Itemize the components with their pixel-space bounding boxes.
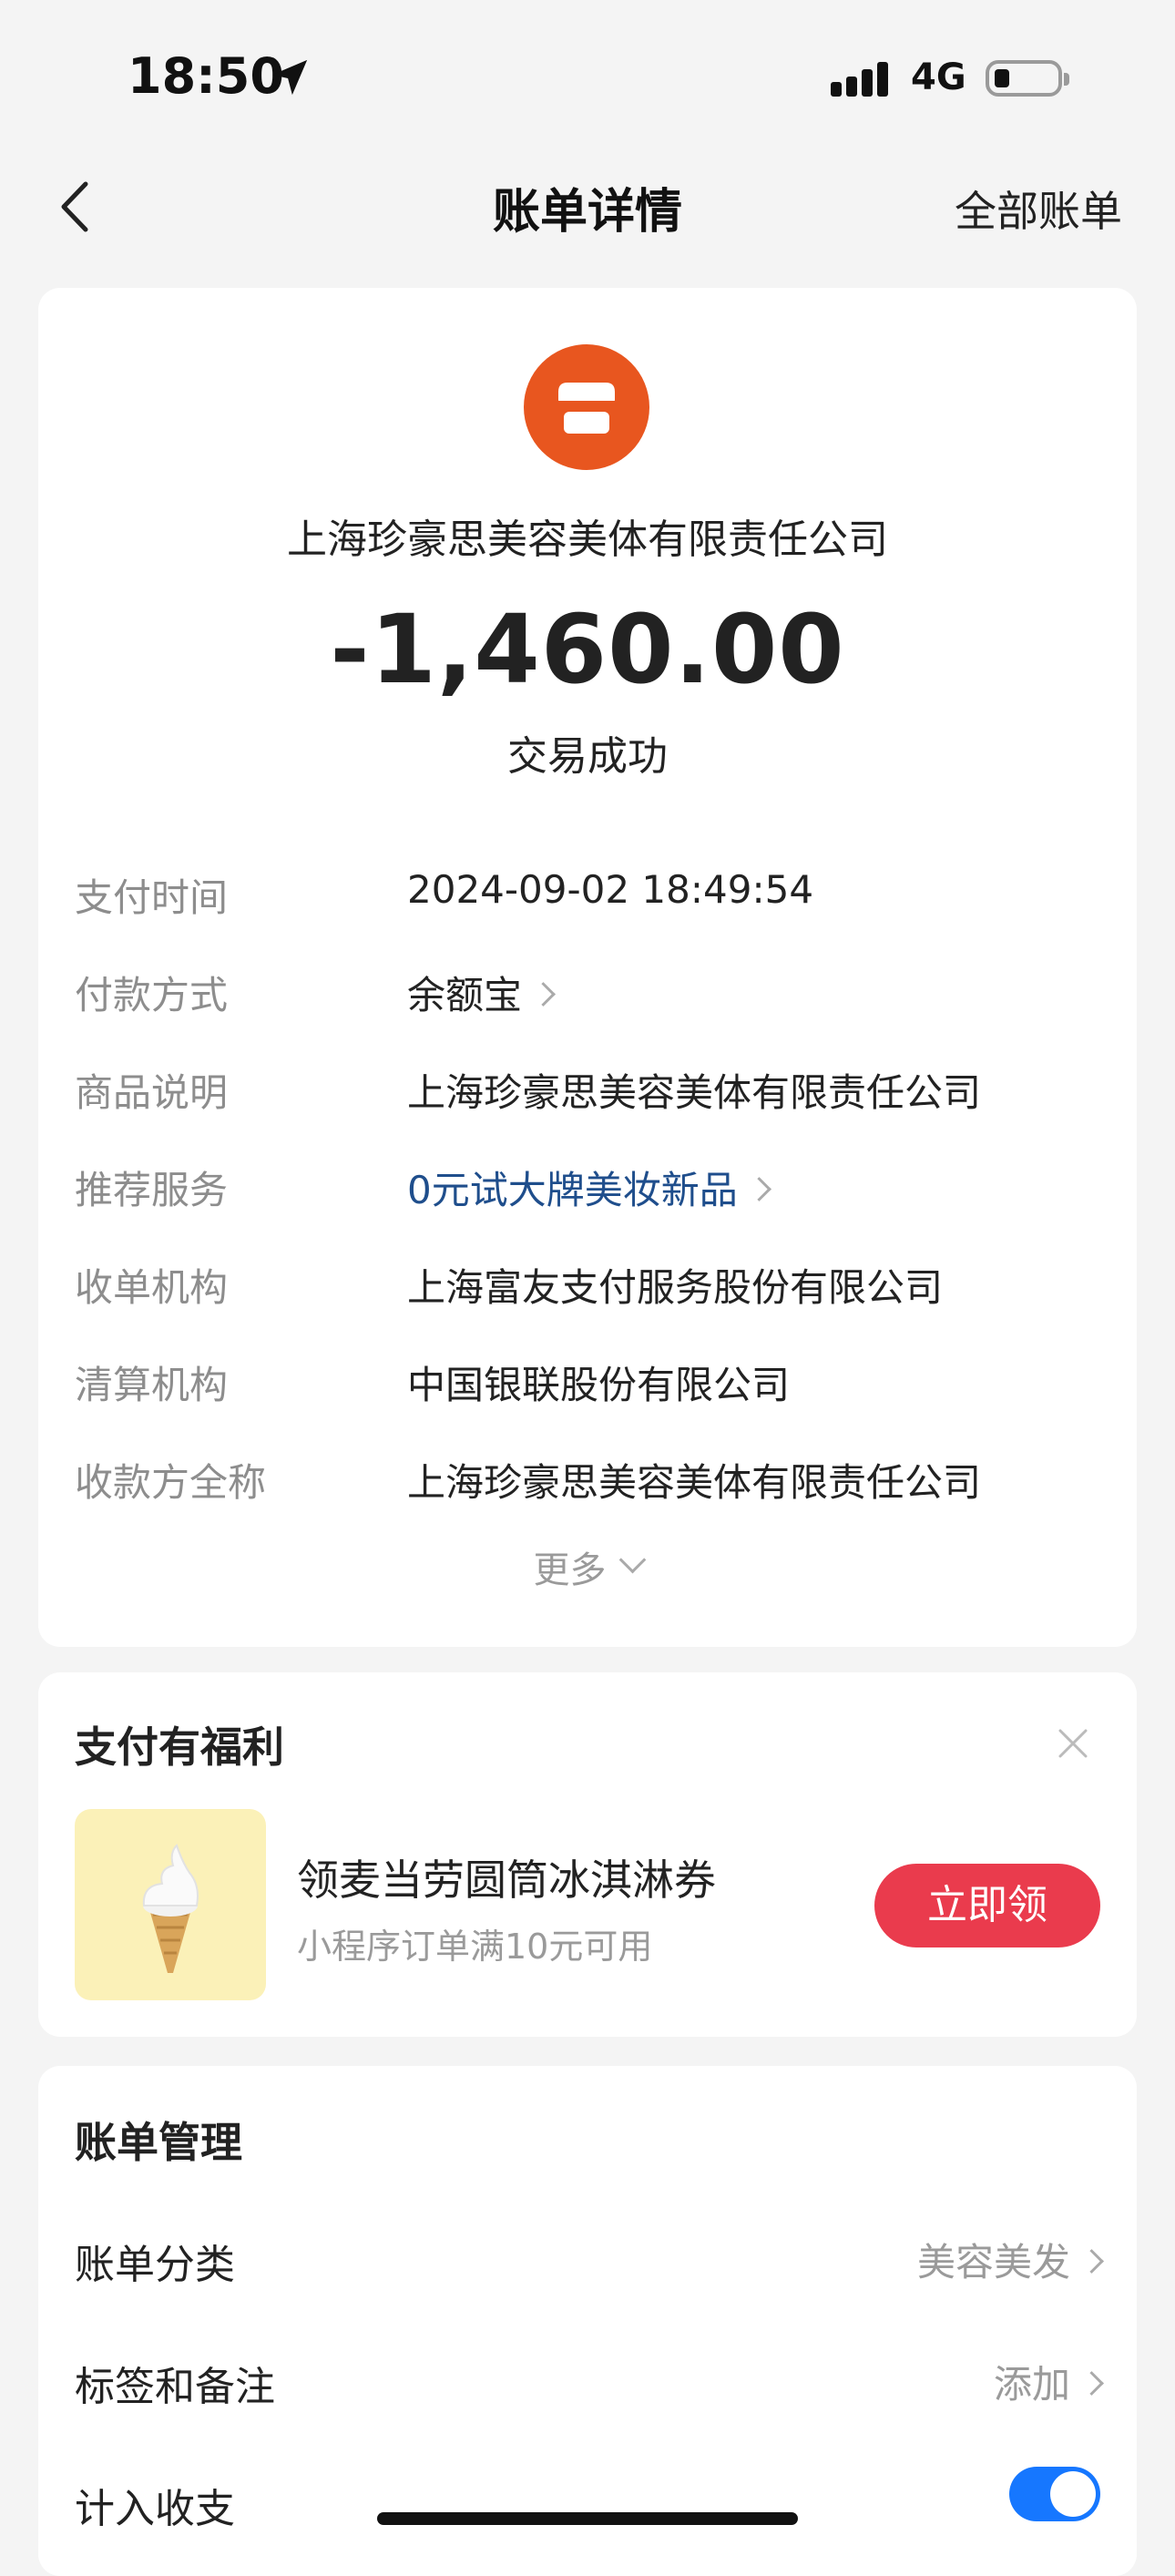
more-label: 更多 xyxy=(533,1549,607,1591)
detail-row-pay-time: 支付时间 2024-09-02 18:49:54 xyxy=(75,867,1104,922)
all-bills-link[interactable]: 全部账单 xyxy=(955,179,1122,239)
battery-icon xyxy=(986,60,1069,97)
detail-row-acquirer: 收单机构 上海富友支付服务股份有限公司 xyxy=(75,1257,1104,1312)
transaction-amount: -1,460.00 xyxy=(330,594,845,705)
status-time: 18:50 xyxy=(128,47,284,105)
include-in-stats-row: 计入收支 xyxy=(75,2467,1100,2540)
store-icon xyxy=(524,344,649,470)
chevron-right-icon xyxy=(746,1177,771,1201)
chevron-right-icon xyxy=(531,982,556,1007)
signal-icon xyxy=(831,60,900,97)
manage-section-title: 账单管理 xyxy=(75,2118,242,2167)
merchant-name: 上海珍豪思美容美体有限责任公司 xyxy=(287,516,888,563)
promo-card: 支付有福利 领麦当劳圆筒冰淇淋券 小程序订单满10元可用 立即领 xyxy=(38,1672,1137,2037)
chevron-right-icon xyxy=(1079,2371,1104,2396)
payment-method-link[interactable]: 余额宝 xyxy=(407,965,556,1020)
tags-notes-value: 添加 xyxy=(993,2362,1070,2407)
detail-value: 0元试大牌美妆新品 xyxy=(407,1168,738,1212)
ice-cream-thumbnail[interactable] xyxy=(75,1809,266,2000)
more-toggle[interactable]: 更多 xyxy=(38,1540,1137,1593)
include-in-stats-label: 计入收支 xyxy=(75,2486,235,2532)
chevron-down-icon xyxy=(618,1546,646,1574)
bill-management-card: 账单管理 账单分类 美容美发 标签和备注 添加 计入收支 xyxy=(38,2066,1137,2576)
detail-row-clearing: 清算机构 中国银联股份有限公司 xyxy=(75,1354,1104,1409)
detail-row-payment-method[interactable]: 付款方式 余额宝 xyxy=(75,965,1104,1019)
detail-value: 余额宝 xyxy=(407,973,523,1017)
detail-label: 支付时间 xyxy=(75,875,229,920)
transaction-status: 交易成功 xyxy=(507,733,668,780)
detail-label: 商品说明 xyxy=(75,1070,229,1115)
detail-label: 收单机构 xyxy=(75,1265,229,1310)
detail-label: 付款方式 xyxy=(75,973,229,1017)
include-in-stats-toggle[interactable] xyxy=(1009,2467,1100,2521)
tags-notes-row[interactable]: 标签和备注 添加 xyxy=(75,2354,1104,2418)
chevron-right-icon xyxy=(1079,2249,1104,2274)
detail-label: 清算机构 xyxy=(75,1363,229,1407)
promo-subtitle: 小程序订单满10元可用 xyxy=(297,1927,653,1967)
ice-cream-icon xyxy=(142,1844,199,1973)
detail-row-recommend[interactable]: 推荐服务 0元试大牌美妆新品 xyxy=(75,1160,1104,1214)
detail-value: 上海富友支付服务股份有限公司 xyxy=(407,1265,944,1310)
detail-label: 收款方全称 xyxy=(75,1460,267,1505)
tags-notes-label: 标签和备注 xyxy=(75,2364,275,2410)
bill-category-value: 美容美发 xyxy=(916,2240,1070,2285)
bill-category-row[interactable]: 账单分类 美容美发 xyxy=(75,2232,1104,2295)
claim-button[interactable]: 立即领 xyxy=(874,1864,1100,1947)
detail-value: 2024-09-02 18:49:54 xyxy=(407,867,814,912)
detail-value: 上海珍豪思美容美体有限责任公司 xyxy=(407,1070,982,1115)
promo-section-title: 支付有福利 xyxy=(75,1722,284,1772)
recommend-service-link[interactable]: 0元试大牌美妆新品 xyxy=(407,1160,771,1215)
home-indicator xyxy=(377,2512,798,2525)
detail-value: 中国银联股份有限公司 xyxy=(407,1363,791,1407)
detail-row-payee: 收款方全称 上海珍豪思美容美体有限责任公司 xyxy=(75,1452,1104,1507)
detail-value: 上海珍豪思美容美体有限责任公司 xyxy=(407,1460,982,1505)
detail-label: 推荐服务 xyxy=(75,1168,229,1212)
bill-category-label: 账单分类 xyxy=(75,2242,235,2288)
location-arrow-icon xyxy=(271,59,308,96)
close-icon[interactable] xyxy=(1055,1725,1091,1762)
promo-title: 领麦当劳圆筒冰淇淋券 xyxy=(297,1855,716,1905)
detail-row-description: 商品说明 上海珍豪思美容美体有限责任公司 xyxy=(75,1062,1104,1117)
transaction-card: 上海珍豪思美容美体有限责任公司 -1,460.00 交易成功 支付时间 2024… xyxy=(38,288,1137,1647)
network-type: 4G xyxy=(911,56,966,98)
